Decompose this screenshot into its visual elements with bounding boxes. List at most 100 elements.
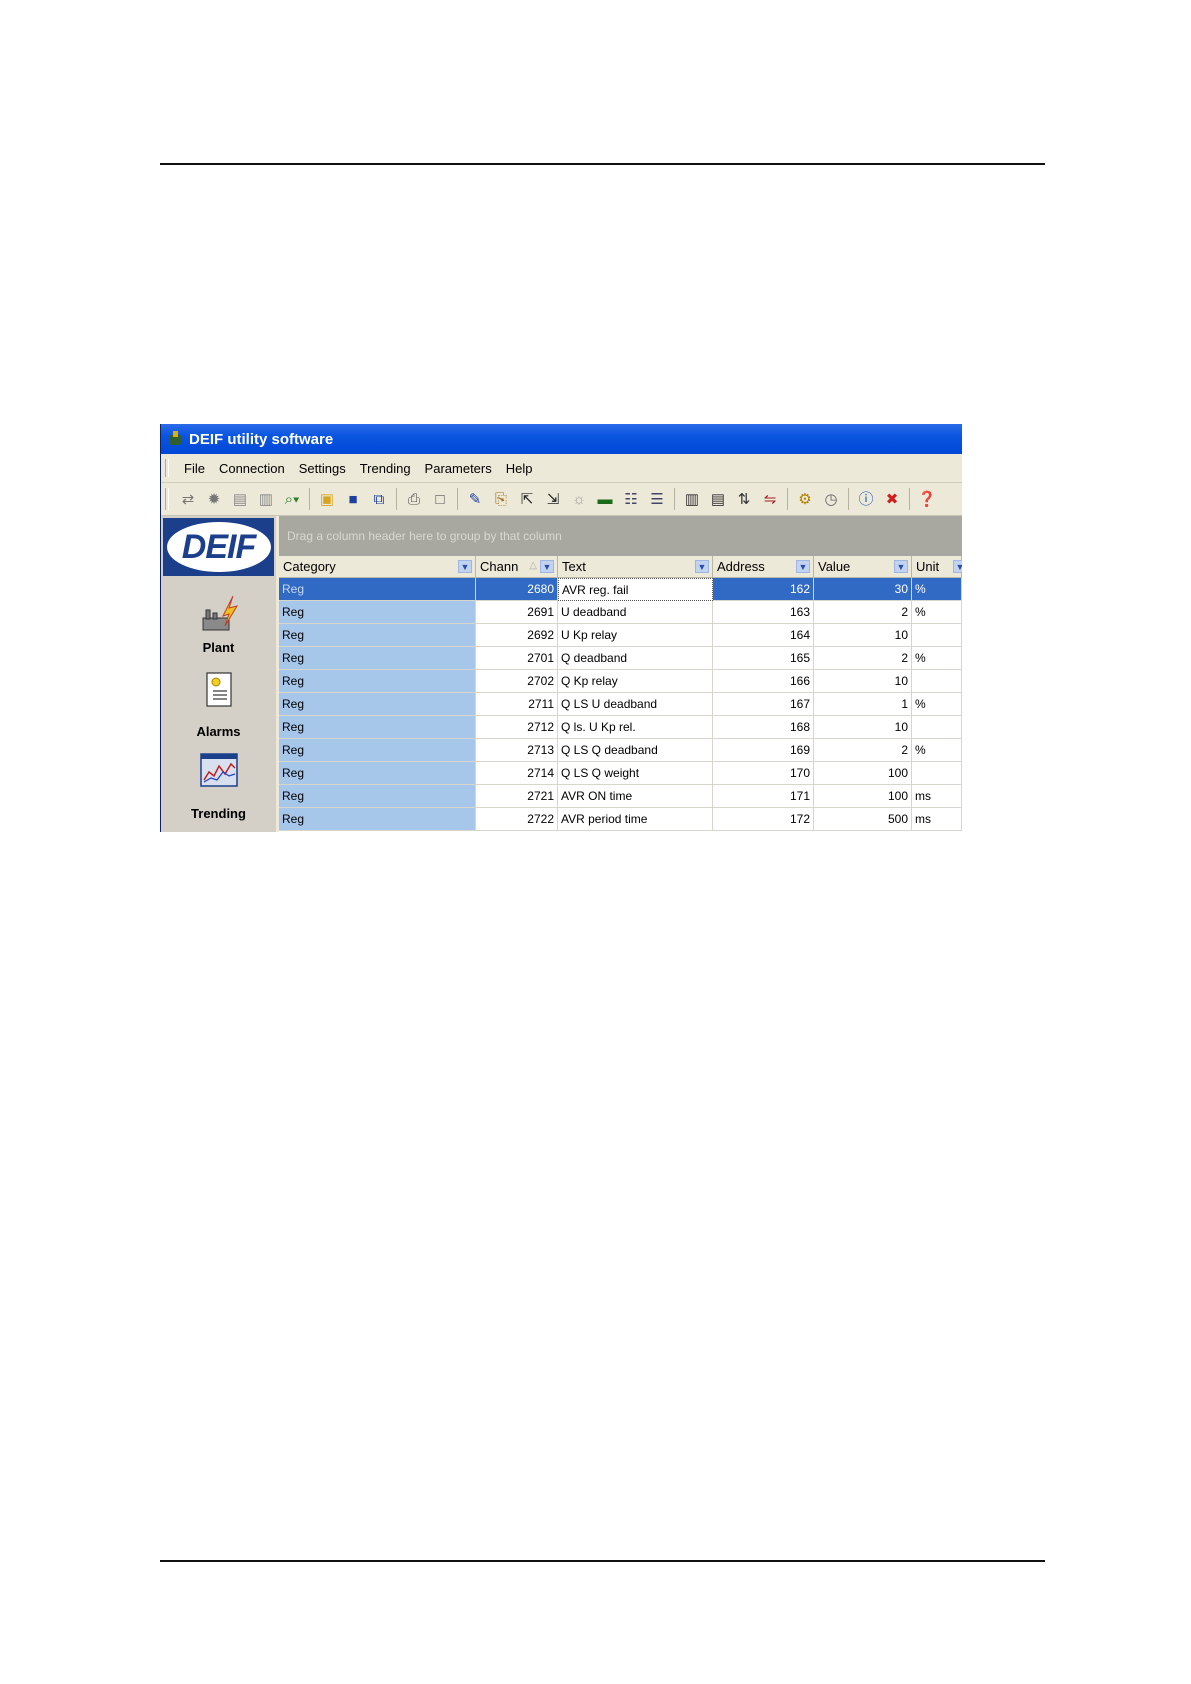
save-all-icon[interactable]: ⧉ [368, 488, 390, 510]
group-by-area[interactable]: Drag a column header here to group by th… [279, 516, 962, 556]
table-row[interactable]: Reg 2692 U Kp relay 164 10 [279, 624, 962, 647]
cell-address[interactable]: 172 [713, 808, 814, 831]
column-header-category[interactable]: Category ▼ [279, 556, 476, 578]
pen-icon[interactable]: ✎ [464, 488, 486, 510]
cell-text[interactable]: U deadband [558, 601, 713, 624]
cell-category[interactable]: Reg [279, 785, 476, 808]
print-preview-icon[interactable]: □ [429, 488, 451, 510]
menu-help[interactable]: Help [499, 461, 540, 476]
settings-icon[interactable]: ⚙ [794, 488, 816, 510]
cell-channel[interactable]: 2691 [476, 601, 558, 624]
cell-category[interactable]: Reg [279, 762, 476, 785]
list-icon[interactable]: ▥ [681, 488, 703, 510]
cell-text[interactable]: AVR reg. fail [558, 578, 713, 601]
alarms-icon[interactable] [199, 670, 239, 710]
print-icon[interactable]: ⎙ [403, 488, 425, 510]
cell-text[interactable]: AVR period time [558, 808, 713, 831]
cell-address[interactable]: 168 [713, 716, 814, 739]
cell-unit[interactable]: % [912, 601, 962, 624]
cell-unit[interactable]: % [912, 578, 962, 601]
cell-channel[interactable]: 2701 [476, 647, 558, 670]
open-folder-icon[interactable]: ▣ [316, 488, 338, 510]
connect-icon[interactable]: ⇄ [177, 488, 199, 510]
cell-value[interactable]: 10 [814, 670, 912, 693]
cell-address[interactable]: 167 [713, 693, 814, 716]
cell-text[interactable]: Q ls. U Kp rel. [558, 716, 713, 739]
cell-category[interactable]: Reg [279, 670, 476, 693]
menu-connection[interactable]: Connection [212, 461, 292, 476]
cell-unit[interactable] [912, 670, 962, 693]
cell-category[interactable]: Reg [279, 578, 476, 601]
plant-icon[interactable] [199, 594, 239, 634]
cell-address[interactable]: 166 [713, 670, 814, 693]
table-row[interactable]: Reg 2722 AVR period time 172 500 ms [279, 808, 962, 831]
chip-icon[interactable]: ▬ [594, 488, 616, 510]
cell-channel[interactable]: 2711 [476, 693, 558, 716]
toolbar-grip[interactable] [165, 488, 169, 510]
arrow-out-icon[interactable]: ⇱ [516, 488, 538, 510]
cell-text[interactable]: U Kp relay [558, 624, 713, 647]
cell-channel[interactable]: 2714 [476, 762, 558, 785]
filter-dropdown-icon[interactable]: ▼ [796, 560, 810, 573]
cell-value[interactable]: 500 [814, 808, 912, 831]
cell-value[interactable]: 1 [814, 693, 912, 716]
refresh-icon[interactable]: ☼ [568, 488, 590, 510]
nav-plant[interactable]: Plant [161, 640, 276, 655]
cell-address[interactable]: 162 [713, 578, 814, 601]
nav-alarms[interactable]: Alarms [161, 724, 276, 739]
cell-channel[interactable]: 2721 [476, 785, 558, 808]
column-header-value[interactable]: Value ▼ [814, 556, 912, 578]
cell-category[interactable]: Reg [279, 601, 476, 624]
save-icon[interactable]: ■ [342, 488, 364, 510]
cell-channel[interactable]: 2712 [476, 716, 558, 739]
filter-dropdown-icon[interactable]: ▼ [458, 560, 472, 573]
info-icon[interactable]: ⓘ [855, 488, 877, 510]
cell-text[interactable]: Q LS Q deadband [558, 739, 713, 762]
stop-icon[interactable]: ✖ [881, 488, 903, 510]
cell-value[interactable]: 10 [814, 624, 912, 647]
table-row[interactable]: Reg 2701 Q deadband 165 2 % [279, 647, 962, 670]
read-icon[interactable]: ▤ [229, 488, 251, 510]
trending-icon[interactable] [199, 750, 239, 790]
cell-text[interactable]: AVR ON time [558, 785, 713, 808]
filter-dropdown-icon[interactable]: ▼ [695, 560, 709, 573]
cell-unit[interactable]: % [912, 739, 962, 762]
cell-category[interactable]: Reg [279, 624, 476, 647]
cell-address[interactable]: 165 [713, 647, 814, 670]
cell-text[interactable]: Q LS U deadband [558, 693, 713, 716]
title-bar[interactable]: DEIF utility software [161, 424, 962, 454]
cell-value[interactable]: 30 [814, 578, 912, 601]
table-row[interactable]: Reg 2691 U deadband 163 2 % [279, 601, 962, 624]
filter-dropdown-icon[interactable]: ▼ [540, 560, 554, 573]
table-row[interactable]: Reg 2711 Q LS U deadband 167 1 % [279, 693, 962, 716]
column-header-text[interactable]: Text ▼ [558, 556, 713, 578]
cell-unit[interactable]: % [912, 693, 962, 716]
menu-grip[interactable] [165, 459, 169, 477]
cell-text[interactable]: Q Kp relay [558, 670, 713, 693]
cell-address[interactable]: 170 [713, 762, 814, 785]
cell-category[interactable]: Reg [279, 739, 476, 762]
cell-unit[interactable] [912, 716, 962, 739]
cell-unit[interactable] [912, 762, 962, 785]
cell-value[interactable]: 100 [814, 762, 912, 785]
cell-category[interactable]: Reg [279, 693, 476, 716]
table-row[interactable]: Reg 2714 Q LS Q weight 170 100 [279, 762, 962, 785]
filter-dropdown-icon[interactable]: ▼ [894, 560, 908, 573]
cell-category[interactable]: Reg [279, 716, 476, 739]
cell-unit[interactable]: % [912, 647, 962, 670]
chart-compare-icon[interactable]: ☰ [646, 488, 668, 510]
cell-address[interactable]: 163 [713, 601, 814, 624]
cell-value[interactable]: 2 [814, 647, 912, 670]
cell-value[interactable]: 10 [814, 716, 912, 739]
column-header-unit[interactable]: Unit ▼ [912, 556, 962, 578]
cell-channel[interactable]: 2692 [476, 624, 558, 647]
column-header-channel[interactable]: Chann △ ▼ [476, 556, 558, 578]
disconnect-icon[interactable]: ✹ [203, 488, 225, 510]
cell-unit[interactable]: ms [912, 808, 962, 831]
write-icon[interactable]: ▥ [255, 488, 277, 510]
menu-settings[interactable]: Settings [292, 461, 353, 476]
cell-category[interactable]: Reg [279, 647, 476, 670]
column-header-address[interactable]: Address ▼ [713, 556, 814, 578]
cell-address[interactable]: 171 [713, 785, 814, 808]
search-icon[interactable]: ⌕▾ [281, 488, 303, 510]
